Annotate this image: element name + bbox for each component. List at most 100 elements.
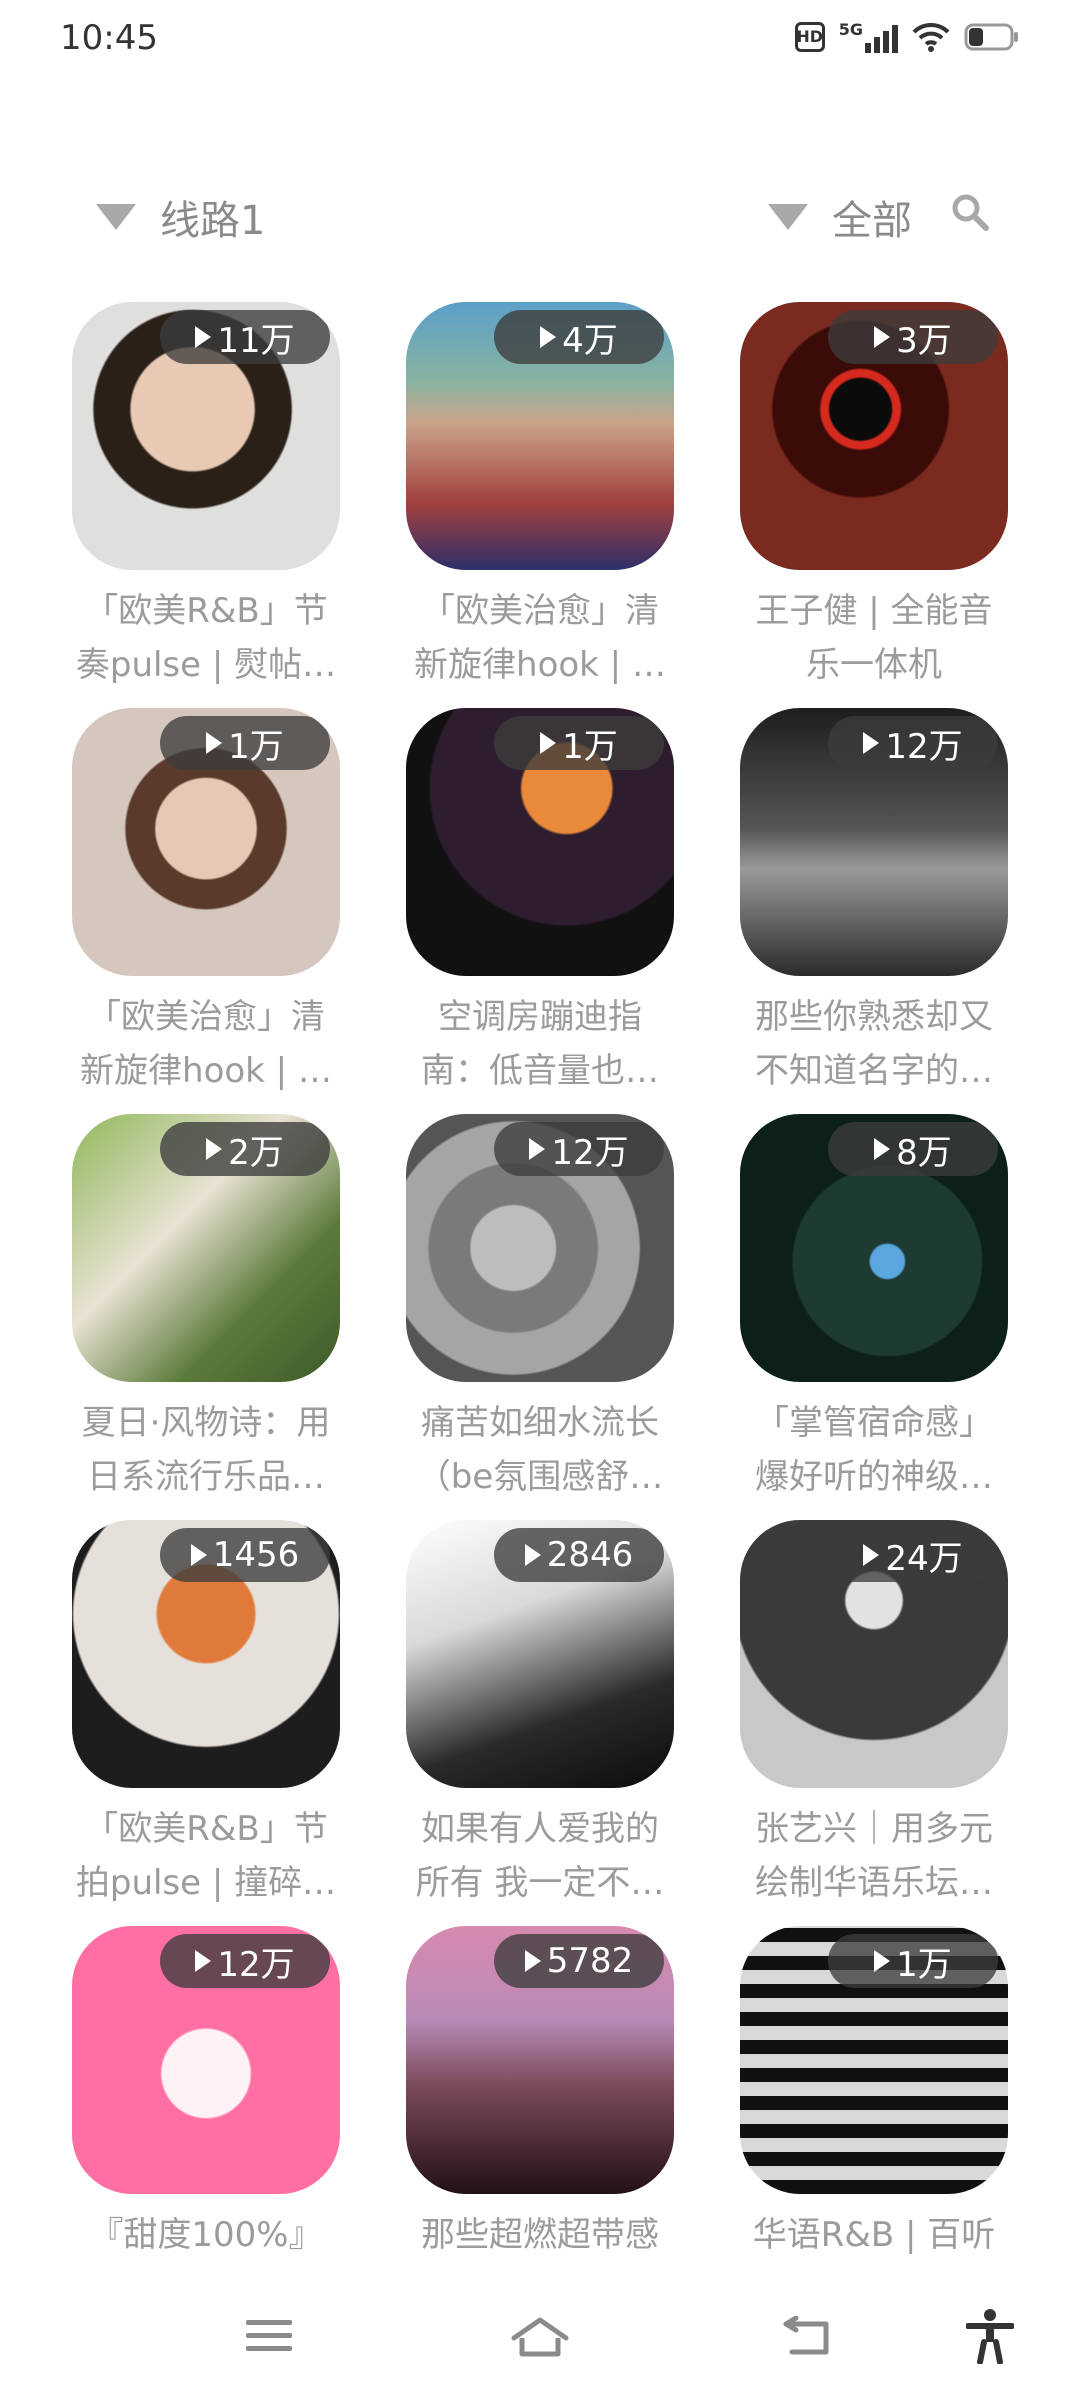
play-count-badge: 12万 bbox=[828, 716, 998, 770]
playlist-card[interactable]: 5782 那些超燃超带感 bbox=[406, 1926, 674, 2332]
play-icon bbox=[874, 1950, 891, 1972]
playlist-card[interactable]: 4万 「欧美治愈」清新旋律hook | … bbox=[406, 302, 674, 708]
play-count-badge: 12万 bbox=[160, 1934, 330, 1988]
play-icon bbox=[863, 732, 880, 754]
play-count: 12万 bbox=[551, 1132, 629, 1173]
playlist-title: 如果有人爱我的所有 我一定不… bbox=[415, 1809, 665, 1903]
play-icon bbox=[874, 326, 891, 348]
playlist-card[interactable]: 12万 痛苦如细水流长（be氛围感舒… bbox=[406, 1114, 674, 1520]
status-time: 10:45 bbox=[60, 18, 158, 58]
navigation-bar bbox=[0, 2290, 1080, 2408]
play-icon bbox=[190, 1544, 207, 1566]
playlist-card[interactable]: 1万 「欧美治愈」清新旋律hook | … bbox=[72, 708, 340, 1114]
playlist-title: 那些超燃超带感 bbox=[421, 2215, 659, 2255]
playlist-title: 「欧美治愈」清新旋律hook | … bbox=[80, 997, 332, 1091]
playlist-cover: 12万 bbox=[740, 708, 1008, 976]
playlist-cover: 12万 bbox=[72, 1926, 340, 2194]
playlist-card[interactable]: 1万 空调房蹦迪指南：低音量也… bbox=[406, 708, 674, 1114]
play-count: 1万 bbox=[228, 726, 284, 767]
play-icon bbox=[529, 1138, 546, 1160]
category-filter-group: 全部 bbox=[768, 188, 990, 246]
battery-icon bbox=[964, 22, 1020, 52]
playlist-card[interactable]: 24万 张艺兴｜用多元绘制华语乐坛… bbox=[740, 1520, 1008, 1926]
playlist-card[interactable]: 2万 夏日·风物诗：用日系流行乐品… bbox=[72, 1114, 340, 1520]
play-count: 2846 bbox=[546, 1535, 634, 1575]
playlist-title: 王子健 | 全能音乐一体机 bbox=[755, 591, 993, 685]
playlist-cover: 11万 bbox=[72, 302, 340, 570]
play-count-badge: 1456 bbox=[160, 1528, 330, 1582]
playlist-card[interactable]: 12万 那些你熟悉却又不知道名字的… bbox=[740, 708, 1008, 1114]
play-icon bbox=[524, 1950, 541, 1972]
play-count-badge: 1万 bbox=[494, 716, 664, 770]
category-filter[interactable]: 全部 bbox=[768, 188, 912, 246]
play-count: 24万 bbox=[885, 1538, 963, 1579]
playlist-cover: 24万 bbox=[740, 1520, 1008, 1788]
accessibility-icon[interactable] bbox=[965, 2308, 1015, 2368]
play-count: 3万 bbox=[896, 320, 952, 361]
play-count: 5782 bbox=[546, 1941, 634, 1981]
play-count: 2万 bbox=[228, 1132, 284, 1173]
play-icon bbox=[874, 1138, 891, 1160]
play-count-badge: 8万 bbox=[828, 1122, 998, 1176]
playlist-title: 空调房蹦迪指南：低音量也… bbox=[421, 997, 659, 1091]
category-filter-label: 全部 bbox=[832, 198, 912, 244]
playlist-title: 夏日·风物诗：用日系流行乐品… bbox=[81, 1403, 331, 1497]
menu-icon[interactable] bbox=[246, 2316, 292, 2360]
play-count: 12万 bbox=[885, 726, 963, 767]
network-type-label: 5G bbox=[838, 20, 863, 39]
play-count-badge: 2万 bbox=[160, 1122, 330, 1176]
playlist-cover: 8万 bbox=[740, 1114, 1008, 1382]
playlist-card[interactable]: 1万 华语R&B | 百听 bbox=[740, 1926, 1008, 2332]
play-count-badge: 11万 bbox=[160, 310, 330, 364]
playlist-title: 痛苦如细水流长（be氛围感舒… bbox=[416, 1403, 664, 1497]
playlist-card[interactable]: 1456 「欧美R&B」节拍pulse | 撞碎… bbox=[72, 1520, 340, 1926]
play-icon bbox=[524, 1544, 541, 1566]
playlist-card[interactable]: 2846 如果有人爱我的所有 我一定不… bbox=[406, 1520, 674, 1926]
play-count-badge: 4万 bbox=[494, 310, 664, 364]
status-icons: HD 5G bbox=[794, 20, 1020, 53]
play-icon bbox=[195, 1950, 212, 1972]
playlist-cover: 2846 bbox=[406, 1520, 674, 1788]
playlist-title: 华语R&B | 百听 bbox=[752, 2215, 996, 2255]
playlist-title: 「欧美治愈」清新旋律hook | … bbox=[414, 591, 666, 685]
search-icon[interactable] bbox=[950, 192, 990, 242]
playlist-cover: 1万 bbox=[406, 708, 674, 976]
play-count: 1456 bbox=[212, 1535, 300, 1575]
playlist-card[interactable]: 3万 王子健 | 全能音乐一体机 bbox=[740, 302, 1008, 708]
playlist-cover: 1456 bbox=[72, 1520, 340, 1788]
playlist-cover: 2万 bbox=[72, 1114, 340, 1382]
playlist-title: 那些你熟悉却又不知道名字的… bbox=[755, 997, 993, 1091]
home-icon[interactable] bbox=[510, 2316, 570, 2364]
play-icon bbox=[206, 732, 223, 754]
playlist-card[interactable]: 11万 「欧美R&B」节奏pulse | 熨帖… bbox=[72, 302, 340, 708]
playlist-cover: 3万 bbox=[740, 302, 1008, 570]
cellular-signal: 5G bbox=[839, 20, 898, 53]
hd-icon: HD bbox=[794, 21, 825, 52]
play-icon bbox=[206, 1138, 223, 1160]
wifi-icon bbox=[912, 22, 950, 52]
playlist-cover: 5782 bbox=[406, 1926, 674, 2194]
playlist-title: 「掌管宿命感」爆好听的神级… bbox=[755, 1403, 993, 1497]
play-icon bbox=[863, 1544, 880, 1566]
playlist-title: 张艺兴｜用多元绘制华语乐坛… bbox=[755, 1809, 993, 1903]
play-count-badge: 1万 bbox=[828, 1934, 998, 1988]
play-count: 1万 bbox=[562, 726, 618, 767]
dropdown-triangle-icon bbox=[96, 204, 136, 230]
playlist-card[interactable]: 12万 『甜度100%』 bbox=[72, 1926, 340, 2332]
playlist-card[interactable]: 8万 「掌管宿命感」爆好听的神级… bbox=[740, 1114, 1008, 1520]
play-count: 1万 bbox=[896, 1944, 952, 1985]
filter-bar: 线路1 全部 bbox=[0, 180, 1080, 250]
play-count-badge: 5782 bbox=[494, 1934, 664, 1988]
route-filter[interactable]: 线路1 bbox=[96, 188, 265, 246]
playlist-title: 「欧美R&B」节拍pulse | 撞碎… bbox=[75, 1809, 337, 1903]
playlist-cover: 12万 bbox=[406, 1114, 674, 1382]
play-icon bbox=[195, 326, 212, 348]
back-icon[interactable] bbox=[782, 2315, 832, 2364]
playlist-title: 「欧美R&B」节奏pulse | 熨帖… bbox=[75, 591, 337, 685]
play-count-badge: 3万 bbox=[828, 310, 998, 364]
play-count: 12万 bbox=[217, 1944, 295, 1985]
dropdown-triangle-icon bbox=[768, 204, 808, 230]
playlist-cover: 1万 bbox=[740, 1926, 1008, 2194]
play-count: 11万 bbox=[217, 320, 295, 361]
signal-icon bbox=[865, 21, 898, 53]
